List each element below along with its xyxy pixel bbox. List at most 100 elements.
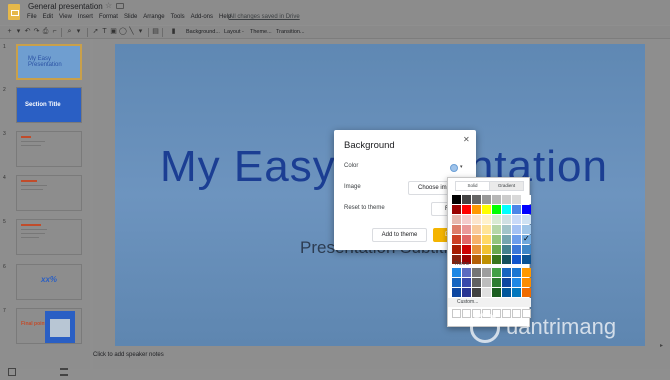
- insert-comment-icon[interactable]: ▮: [170, 28, 177, 36]
- menu-item-view[interactable]: View: [59, 14, 72, 23]
- color-swatch[interactable]: [462, 268, 471, 277]
- color-swatch[interactable]: [462, 215, 471, 224]
- color-swatch[interactable]: [492, 215, 501, 224]
- color-swatch[interactable]: [512, 255, 521, 264]
- color-swatch[interactable]: [462, 245, 471, 254]
- star-icon[interactable]: ☆: [105, 1, 112, 10]
- color-swatch[interactable]: [522, 205, 531, 214]
- color-swatch[interactable]: [452, 205, 461, 214]
- color-swatch[interactable]: [462, 195, 471, 204]
- color-swatch[interactable]: [492, 205, 501, 214]
- color-swatch[interactable]: [492, 245, 501, 254]
- menu-item-arrange[interactable]: Arrange: [143, 14, 164, 23]
- shape-icon[interactable]: ◯: [119, 28, 127, 36]
- comment-icon[interactable]: ▤: [152, 28, 159, 36]
- color-swatch[interactable]: [492, 225, 501, 234]
- color-swatch[interactable]: [492, 288, 501, 297]
- color-swatch[interactable]: [462, 288, 471, 297]
- slide-thumbnail-3[interactable]: [16, 131, 82, 167]
- color-swatch[interactable]: [472, 245, 481, 254]
- color-swatch[interactable]: [472, 225, 481, 234]
- color-swatch[interactable]: [512, 235, 521, 244]
- folder-icon[interactable]: [116, 3, 124, 9]
- color-swatch[interactable]: [482, 195, 491, 204]
- color-swatch[interactable]: [472, 235, 481, 244]
- color-swatch[interactable]: [512, 278, 521, 287]
- color-swatch[interactable]: [482, 245, 491, 254]
- color-swatch[interactable]: [472, 288, 481, 297]
- slide-thumbnail-1[interactable]: My Easy Presentation: [16, 44, 82, 80]
- color-swatch[interactable]: [482, 235, 491, 244]
- color-swatch[interactable]: [502, 215, 511, 224]
- color-swatch[interactable]: [482, 268, 491, 277]
- color-swatch[interactable]: [502, 235, 511, 244]
- chevron-down-icon[interactable]: ▾: [137, 28, 144, 36]
- paint-format-icon[interactable]: ⌐: [51, 28, 58, 36]
- color-swatch[interactable]: [462, 205, 471, 214]
- color-swatch[interactable]: [502, 205, 511, 214]
- color-swatch[interactable]: [492, 255, 501, 264]
- color-swatch[interactable]: [452, 225, 461, 234]
- color-swatch[interactable]: [502, 288, 511, 297]
- color-swatch[interactable]: [472, 195, 481, 204]
- color-swatch[interactable]: [512, 268, 521, 277]
- menu-item-edit[interactable]: Edit: [43, 14, 53, 23]
- color-swatch[interactable]: [472, 278, 481, 287]
- color-swatch[interactable]: [522, 225, 531, 234]
- save-status-link[interactable]: All changes saved in Drive: [229, 14, 300, 20]
- color-swatch[interactable]: [472, 255, 481, 264]
- color-swatch[interactable]: [512, 205, 521, 214]
- color-swatch[interactable]: [492, 268, 501, 277]
- custom-color-row[interactable]: Custom...: [448, 298, 531, 307]
- color-swatch[interactable]: [452, 215, 461, 224]
- color-swatch[interactable]: [462, 235, 471, 244]
- slide-thumbnail-4[interactable]: [16, 175, 82, 211]
- theme-button[interactable]: Theme...: [250, 28, 272, 37]
- line-icon[interactable]: ╲: [128, 28, 135, 36]
- speaker-notes[interactable]: Click to add speaker notes: [93, 352, 164, 358]
- background-button[interactable]: Background...: [186, 28, 220, 37]
- slides-logo-icon[interactable]: [8, 4, 20, 20]
- color-swatch[interactable]: [482, 255, 491, 264]
- color-swatch[interactable]: [522, 245, 531, 254]
- color-swatch[interactable]: [482, 225, 491, 234]
- menu-item-format[interactable]: Format: [99, 14, 118, 23]
- color-swatch[interactable]: [452, 235, 461, 244]
- image-icon[interactable]: ▣: [110, 28, 117, 36]
- color-swatch[interactable]: [512, 215, 521, 224]
- color-swatch[interactable]: [522, 195, 531, 204]
- color-swatch[interactable]: [492, 195, 501, 204]
- grid-view-icon[interactable]: [8, 368, 16, 376]
- document-title[interactable]: General presentation: [28, 2, 103, 11]
- color-swatch[interactable]: [492, 278, 501, 287]
- color-swatch[interactable]: [452, 288, 461, 297]
- zoom-level-icon[interactable]: ▾: [75, 28, 82, 36]
- print-icon[interactable]: ⎙: [42, 28, 49, 36]
- custom-swatch[interactable]: [452, 309, 461, 318]
- color-swatch[interactable]: [492, 235, 501, 244]
- transition-button[interactable]: Transition...: [276, 28, 305, 37]
- color-swatch[interactable]: [522, 215, 531, 224]
- color-swatch[interactable]: [472, 215, 481, 224]
- color-swatch[interactable]: [502, 278, 511, 287]
- slide-thumbnail-5[interactable]: [16, 219, 82, 255]
- color-swatch[interactable]: [462, 225, 471, 234]
- slide-thumbnail-2[interactable]: Section Title: [16, 87, 82, 123]
- slide-thumbnail-7[interactable]: Final point: [16, 308, 82, 344]
- close-icon[interactable]: ✕: [463, 135, 470, 144]
- undo-icon[interactable]: ↶: [24, 28, 31, 36]
- color-swatch[interactable]: [482, 215, 491, 224]
- menu-item-file[interactable]: File: [27, 14, 37, 23]
- select-cursor-icon[interactable]: ➚: [92, 28, 99, 36]
- color-swatch[interactable]: [502, 245, 511, 254]
- slide-thumbnail-6[interactable]: xx%: [16, 264, 82, 300]
- color-swatch[interactable]: [502, 225, 511, 234]
- new-slide-icon[interactable]: +: [6, 28, 13, 36]
- color-swatch[interactable]: [502, 195, 511, 204]
- color-swatch[interactable]: [502, 268, 511, 277]
- add-to-theme-button[interactable]: Add to theme: [372, 228, 427, 242]
- color-swatch[interactable]: [452, 195, 461, 204]
- zoom-icon[interactable]: ⌕: [66, 28, 73, 36]
- tab-gradient[interactable]: Gradient: [489, 182, 523, 190]
- layout-button[interactable]: Layout -: [224, 28, 244, 37]
